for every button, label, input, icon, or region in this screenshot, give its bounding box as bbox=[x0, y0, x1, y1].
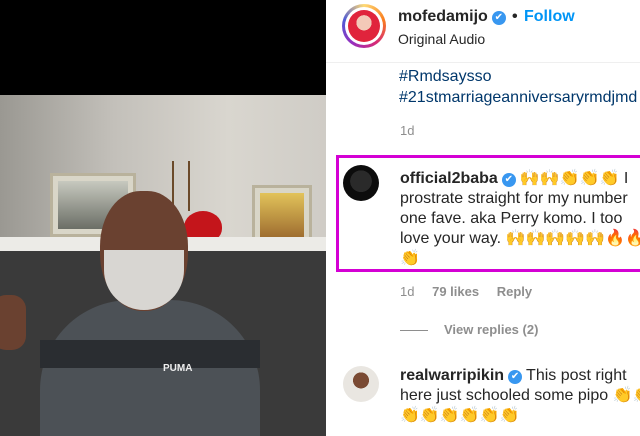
comment-likes[interactable]: 79 likes bbox=[432, 284, 479, 299]
reply-button[interactable]: Reply bbox=[497, 284, 532, 299]
follow-button[interactable]: Follow bbox=[524, 8, 575, 26]
comment-username[interactable]: official2baba bbox=[400, 170, 498, 187]
view-replies-line bbox=[400, 330, 428, 332]
reed-diffuser bbox=[172, 161, 190, 211]
header-separator: • bbox=[512, 8, 518, 25]
comment-avatar[interactable] bbox=[343, 165, 379, 201]
comment-body: realwarripikin ✔ This post right here just… bbox=[400, 366, 640, 426]
comment-text-3: one fave. aka Perry komo. I too bbox=[400, 210, 623, 227]
verified-icon: ✔ bbox=[501, 173, 516, 187]
audio-label[interactable]: Original Audio bbox=[398, 31, 485, 47]
comment-username[interactable]: realwarripikin bbox=[400, 367, 504, 384]
video-frame[interactable]: PUMA bbox=[0, 95, 326, 436]
hashtag-link[interactable]: #Rmdsaysso bbox=[399, 68, 491, 86]
verified-icon: ✔ bbox=[508, 370, 523, 384]
comment-text-5: 👏 bbox=[400, 250, 420, 267]
author-username[interactable]: mofedamijo ✔ bbox=[398, 8, 506, 26]
author-avatar[interactable] bbox=[342, 4, 386, 48]
comment-time[interactable]: 1d bbox=[400, 284, 414, 299]
comment-text-2: prostrate straight for my number bbox=[400, 190, 628, 207]
comment-text-1: 🙌🙌👏👏👏 I bbox=[519, 170, 629, 187]
verified-icon: ✔ bbox=[491, 11, 506, 25]
comment-body: official2baba ✔ 🙌🙌👏👏👏 I prostrate straight… bbox=[400, 169, 640, 269]
comment-text-2: here just schooled some pipo 👏👏 bbox=[400, 387, 640, 404]
author-username-text[interactable]: mofedamijo bbox=[398, 8, 488, 25]
shirt-logo: PUMA bbox=[163, 363, 193, 374]
comment-avatar[interactable] bbox=[343, 366, 379, 402]
view-replies-button[interactable]: View replies (2) bbox=[400, 322, 538, 337]
post-time[interactable]: 1d bbox=[400, 123, 414, 138]
person-hand bbox=[0, 295, 26, 350]
post-media[interactable]: PUMA bbox=[0, 0, 326, 436]
comment-text-1: This post right bbox=[526, 367, 627, 384]
comment-text-3: 👏👏👏👏👏👏 bbox=[400, 407, 520, 424]
hashtag-link[interactable]: #21stmarriageanniversaryrmdjmd bbox=[399, 89, 637, 107]
comments-panel: mofedamijo ✔ • Follow Original Audio #Rmd… bbox=[326, 0, 640, 436]
comment-text-4: love your way. 🙌🙌🙌🙌🙌🔥🔥👏👏 bbox=[400, 230, 640, 247]
comment-meta: 1d 79 likes Reply bbox=[400, 284, 546, 299]
post-header: mofedamijo ✔ • Follow Original Audio bbox=[326, 0, 640, 63]
view-replies-label[interactable]: View replies (2) bbox=[444, 322, 538, 337]
person-shirt bbox=[40, 300, 260, 436]
